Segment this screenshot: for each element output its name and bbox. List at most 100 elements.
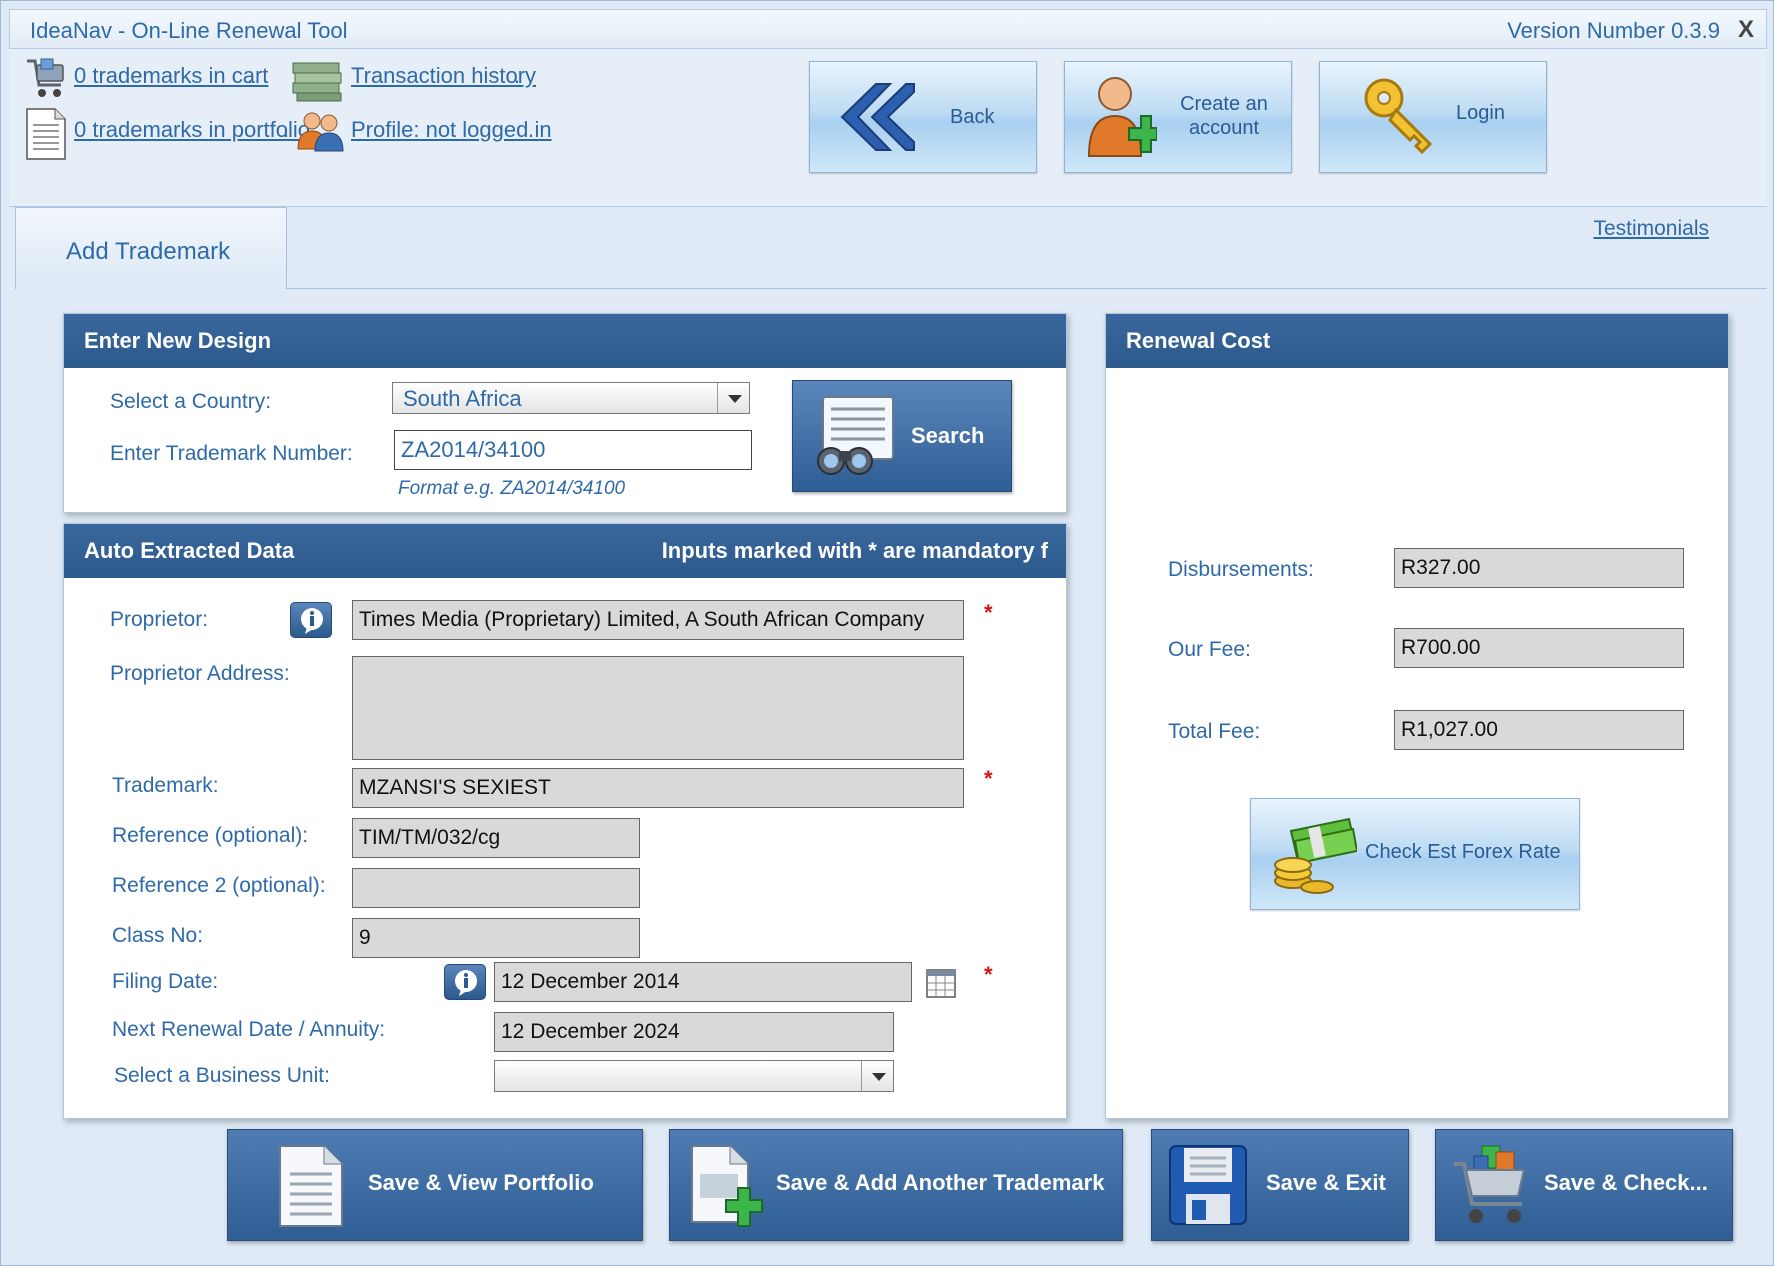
- document-icon: [26, 108, 66, 160]
- proprietor-address-label: Proprietor Address:: [110, 662, 290, 685]
- save-add-another-button[interactable]: Save & Add Another Trademark: [669, 1129, 1123, 1241]
- chevron-down-icon[interactable]: [861, 1061, 893, 1091]
- proprietor-input[interactable]: Times Media (Proprietary) Limited, A Sou…: [352, 600, 964, 640]
- our-fee-value: R700.00: [1394, 628, 1684, 668]
- info-icon: [455, 970, 477, 996]
- cart-icon: [27, 58, 64, 97]
- create-account-label-line-2: account: [1188, 117, 1260, 139]
- business-unit-select[interactable]: [494, 1060, 894, 1092]
- cart-link-dot: .: [247, 63, 254, 88]
- format-hint: Format e.g. ZA2014/34100: [398, 478, 626, 499]
- version-number: Version Number 0.3.9: [1507, 18, 1720, 43]
- our-fee-label: Our Fee:: [1168, 638, 1251, 661]
- class-no-input[interactable]: 9: [352, 918, 640, 958]
- save-checkout-label: Save & Check...: [1544, 1170, 1708, 1195]
- money-stack-icon: [292, 62, 342, 102]
- portfolio-link-dot: .: [283, 117, 290, 142]
- enter-new-design-header: Enter New Design: [64, 314, 1066, 368]
- login-label: Login: [1456, 102, 1505, 124]
- next-renewal-input[interactable]: 12 December 2024: [494, 1012, 894, 1052]
- binoculars-document-icon: [817, 396, 894, 475]
- add-document-icon: [691, 1145, 763, 1227]
- country-select[interactable]: South Africa: [392, 382, 750, 414]
- save-exit-button[interactable]: Save & Exit: [1151, 1129, 1409, 1241]
- renewal-cost-title: Renewal Cost: [1126, 328, 1271, 353]
- proprietor-address-input[interactable]: [352, 656, 964, 760]
- total-fee-value: R1,027.00: [1394, 710, 1684, 750]
- save-view-portfolio-button[interactable]: Save & View Portfolio: [227, 1129, 643, 1241]
- reference-2-label: Reference 2 (optional):: [112, 874, 326, 897]
- mandatory-note: Inputs marked with * are mandatory f: [661, 538, 1048, 563]
- back-button[interactable]: Back: [809, 61, 1037, 173]
- class-no-label: Class No:: [112, 924, 204, 947]
- save-add-another-label: Save & Add Another Trademark: [776, 1170, 1105, 1195]
- key-icon: [1364, 78, 1433, 155]
- search-label: Search: [911, 423, 985, 448]
- document-icon: [279, 1145, 343, 1227]
- proprietor-info-button[interactable]: [290, 602, 332, 638]
- enter-new-design-panel: Enter New Design Select a Country: South…: [63, 313, 1067, 513]
- info-icon: [301, 608, 323, 634]
- profile-link[interactable]: Profile: not logged in: [351, 117, 552, 143]
- reference-input[interactable]: TIM/TM/032/cg: [352, 818, 640, 858]
- reference-2-input[interactable]: [352, 868, 640, 908]
- login-button[interactable]: Login: [1319, 61, 1547, 173]
- search-button[interactable]: Search: [792, 380, 1012, 492]
- chevron-down-icon[interactable]: [717, 383, 749, 413]
- check-forex-label: Check Est Forex Rate: [1365, 841, 1561, 863]
- trademark-required-mark: *: [984, 766, 993, 791]
- enter-new-design-title: Enter New Design: [84, 328, 272, 353]
- tab-add-trademark-label: Add Trademark: [66, 238, 231, 265]
- tab-divider: [287, 288, 1767, 289]
- renewal-tool-window: IdeaNav - On-Line Renewal Tool Version N…: [0, 0, 1774, 1266]
- disbursements-value: R327.00: [1394, 548, 1684, 588]
- profile-link-dot: .: [528, 117, 535, 142]
- create-account-button[interactable]: Create an account: [1064, 61, 1292, 173]
- transaction-history-link[interactable]: Transaction history: [351, 63, 536, 89]
- shopping-cart-icon: [1454, 1145, 1526, 1223]
- next-renewal-label: Next Renewal Date / Annuity:: [112, 1018, 386, 1041]
- filing-date-input[interactable]: 12 December 2014: [494, 962, 912, 1002]
- floppy-disk-icon: [1169, 1145, 1247, 1225]
- save-view-portfolio-label: Save & View Portfolio: [368, 1170, 594, 1195]
- save-checkout-button[interactable]: Save & Check...: [1435, 1129, 1733, 1241]
- trademark-number-input[interactable]: ZA2014/34100: [394, 430, 752, 470]
- tab-add-trademark[interactable]: Add Trademark: [15, 207, 287, 289]
- close-icon[interactable]: X: [1738, 16, 1754, 44]
- history-link-dot: .: [514, 63, 521, 88]
- country-select-value: South Africa: [403, 386, 522, 411]
- trademark-label: Trademark:: [112, 774, 219, 797]
- filing-date-required-mark: *: [984, 962, 993, 987]
- portfolio-link[interactable]: 0 trademarks in portfolio: [74, 117, 310, 143]
- disbursements-label: Disbursements:: [1168, 558, 1314, 581]
- auto-extracted-title: Auto Extracted Data: [84, 538, 295, 563]
- trademark-input[interactable]: MZANSI'S SEXIEST: [352, 768, 964, 808]
- top-toolbar: 0 trademarks in cart. Transaction histor…: [9, 49, 1767, 207]
- create-account-label: Create an account: [1169, 92, 1279, 140]
- renewal-cost-panel: Renewal Cost Disbursements: R327.00 Our …: [1105, 313, 1729, 1119]
- create-account-label-line-1: Create an: [1180, 93, 1268, 115]
- calendar-icon[interactable]: [926, 966, 956, 998]
- cart-link[interactable]: 0 trademarks in cart: [74, 63, 268, 89]
- business-unit-label: Select a Business Unit:: [114, 1064, 330, 1087]
- renewal-cost-header: Renewal Cost: [1106, 314, 1728, 368]
- proprietor-label: Proprietor:: [110, 608, 209, 631]
- title-bar: IdeaNav - On-Line Renewal Tool Version N…: [9, 9, 1767, 49]
- double-chevron-left-icon: [840, 83, 915, 151]
- auto-extracted-header: Auto Extracted Data Inputs marked with *…: [64, 524, 1066, 578]
- users-icon: [297, 112, 344, 152]
- reference-label: Reference (optional):: [112, 824, 309, 847]
- tab-area: Add Trademark Testimonials Enter New Des…: [9, 207, 1767, 1259]
- filing-date-label: Filing Date:: [112, 970, 219, 993]
- add-user-icon: [1087, 77, 1157, 157]
- trademark-number-label: Enter Trademark Number:: [110, 442, 353, 465]
- proprietor-required-mark: *: [984, 600, 993, 625]
- back-label: Back: [950, 106, 995, 128]
- auto-extracted-data-panel: Auto Extracted Data Inputs marked with *…: [63, 523, 1067, 1119]
- save-exit-label: Save & Exit: [1266, 1170, 1386, 1195]
- app-title: IdeaNav - On-Line Renewal Tool: [30, 18, 348, 43]
- testimonials-link[interactable]: Testimonials: [1593, 217, 1709, 241]
- total-fee-label: Total Fee:: [1168, 720, 1261, 743]
- filing-date-info-button[interactable]: [444, 964, 486, 1000]
- check-forex-button[interactable]: Check Est Forex Rate: [1250, 798, 1580, 910]
